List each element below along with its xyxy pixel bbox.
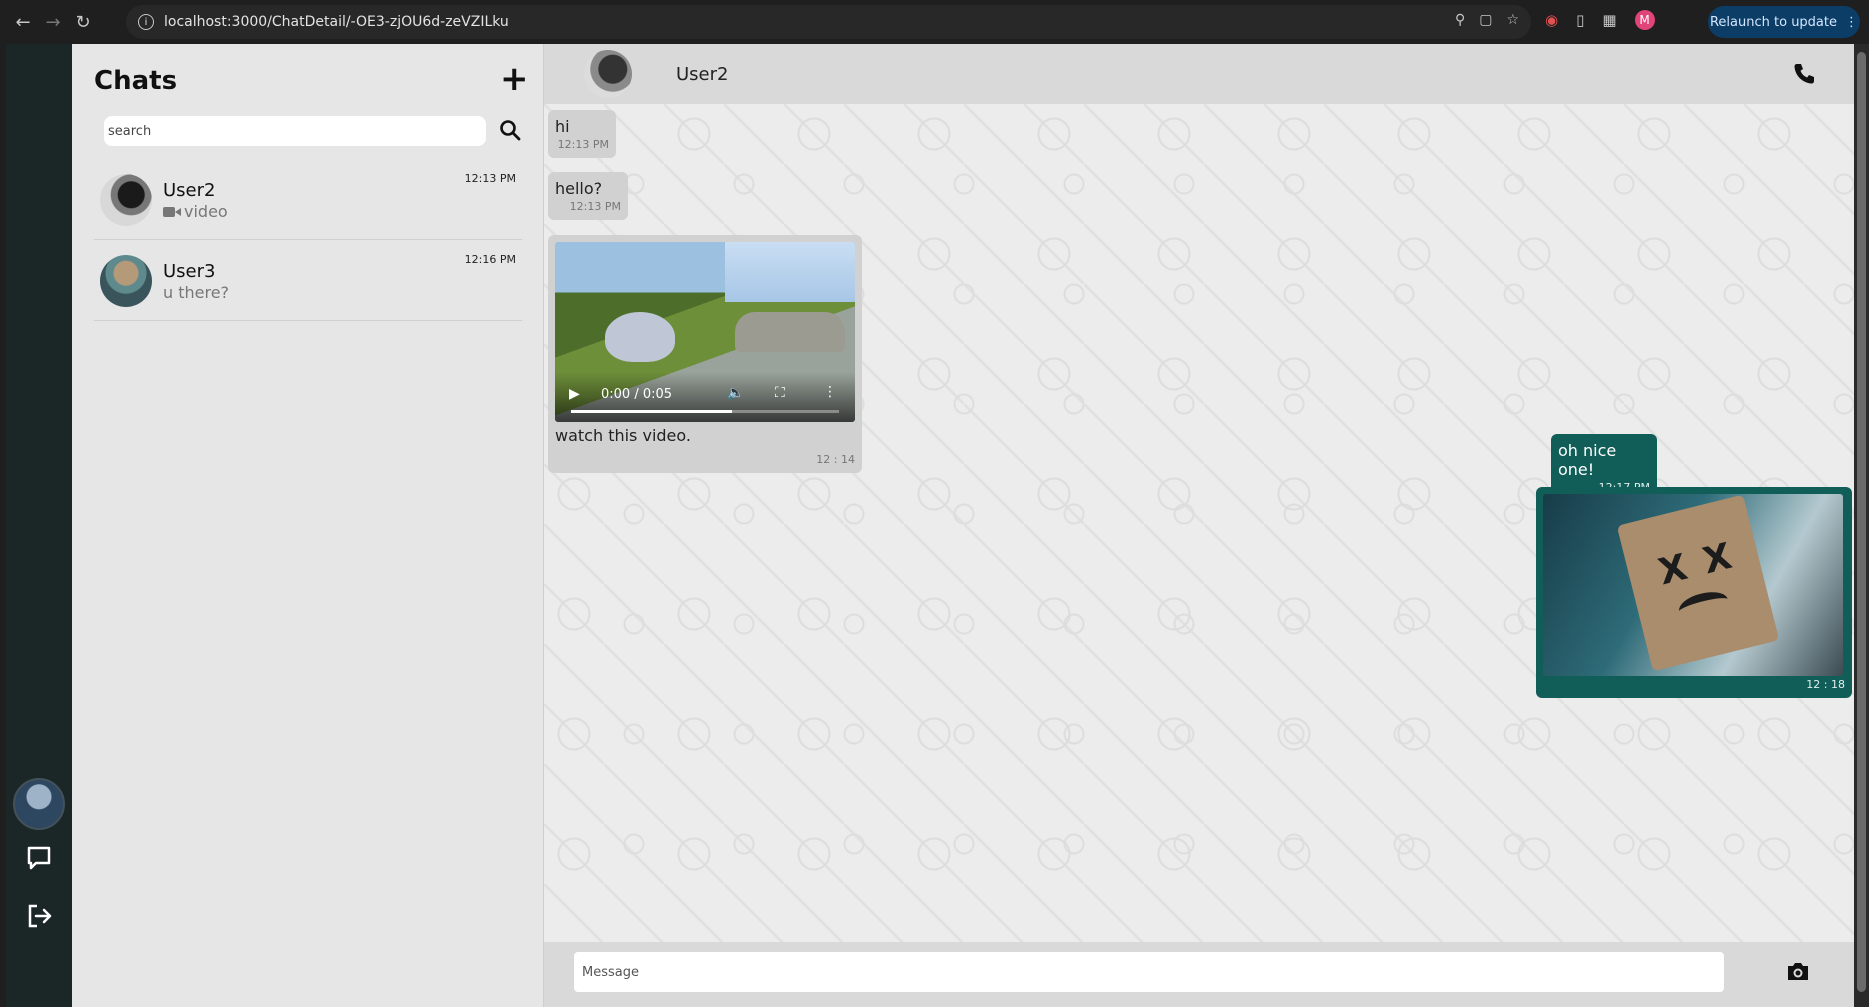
chat-list-item-user2[interactable]: User2 video 12:13 PM [94, 160, 522, 240]
message-input[interactable] [574, 952, 1724, 992]
video-player[interactable]: ▶ 0:00 / 0:05 🔈 ⛶ ⋮ [555, 242, 855, 422]
more-options-icon[interactable]: ⋮ [823, 384, 837, 400]
url-text: localhost:3000/ChatDetail/-OE3-zjOU6d-ze… [164, 14, 509, 30]
message-bubble-incoming-video: ▶ 0:00 / 0:05 🔈 ⛶ ⋮ watch this video. 12… [548, 235, 862, 473]
conversation-pane: User2 hi 12:13 PM hello? 12:13 PM ▶ 0:00… [544, 44, 1854, 1007]
message-text: hello? [555, 179, 603, 198]
sidebar-title: Chats [94, 66, 178, 96]
message-text: watch this video. [555, 426, 691, 445]
camera-icon[interactable] [1786, 960, 1810, 984]
message-time: 12:13 PM [557, 138, 609, 151]
scroll-thumb[interactable] [1857, 52, 1866, 992]
extension-c-icon[interactable]: ▯ [1576, 11, 1584, 29]
conversation-header: User2 [544, 44, 1854, 104]
reload-icon[interactable]: ↻ [66, 5, 100, 39]
message-text: oh nice one! [1558, 441, 1617, 479]
video-progress-bar[interactable] [571, 410, 839, 413]
chat-preview-text: u there? [163, 283, 230, 302]
message-bubble-outgoing-image: XX 12 : 18 [1536, 487, 1852, 698]
volume-icon[interactable]: 🔈 [727, 385, 744, 401]
chat-time: 12:16 PM [464, 253, 516, 266]
forward-icon[interactable]: → [36, 5, 70, 39]
search-icon[interactable] [498, 118, 522, 142]
chat-preview: video [163, 202, 228, 221]
chat-preview-text: video [184, 202, 228, 221]
message-time: 12:13 PM [569, 200, 621, 213]
extensions-puzzle-icon[interactable]: ▦ [1602, 11, 1616, 29]
extension-red-icon[interactable]: ◉ [1545, 11, 1558, 29]
message-time: 12 : 18 [1806, 678, 1845, 691]
video-thumbnail [605, 312, 675, 362]
kebab-menu-icon: ⋮ [1845, 14, 1858, 30]
phone-icon[interactable] [1792, 62, 1816, 86]
video-camera-icon [163, 206, 181, 217]
chat-list-sidebar: Chats + User2 video 12:13 PM User3 u the… [72, 44, 544, 1007]
relaunch-label: Relaunch to update [1709, 14, 1837, 30]
image-attachment[interactable]: XX [1543, 494, 1843, 676]
left-rail [6, 44, 72, 1007]
contact-name: User2 [676, 64, 729, 85]
chat-list-item-user3[interactable]: User3 u there? 12:16 PM [94, 241, 522, 321]
chat-bubble-icon[interactable] [23, 842, 55, 874]
plus-icon[interactable]: + [500, 62, 529, 96]
browser-toolbar: ← → ↻ i localhost:3000/ChatDetail/-OE3-z… [0, 0, 1869, 44]
search-input[interactable] [104, 116, 486, 146]
chat-preview: u there? [163, 283, 229, 302]
chat-name: User3 [163, 261, 216, 282]
message-list: hi 12:13 PM hello? 12:13 PM ▶ 0:00 / 0:0… [544, 104, 1854, 942]
app-page: Chats + User2 video 12:13 PM User3 u the… [6, 44, 1854, 1007]
play-icon[interactable]: ▶ [569, 386, 580, 402]
address-bar[interactable]: i localhost:3000/ChatDetail/-OE3-zjOU6d-… [126, 5, 1531, 39]
chat-avatar [100, 174, 152, 226]
contact-avatar[interactable] [584, 50, 632, 98]
key-icon[interactable]: ⚲ [1455, 12, 1465, 28]
video-controls: ▶ 0:00 / 0:05 🔈 ⛶ ⋮ [555, 372, 855, 422]
install-app-icon[interactable]: ▢ [1479, 12, 1492, 28]
message-text: hi [555, 117, 570, 136]
logout-icon[interactable] [23, 900, 55, 932]
message-composer [544, 942, 1854, 1007]
chat-time: 12:13 PM [464, 172, 516, 185]
video-time: 0:00 / 0:05 [601, 387, 673, 402]
page-scrollbar[interactable] [1854, 44, 1869, 1007]
chat-name: User2 [163, 180, 216, 201]
back-icon[interactable]: ← [6, 5, 40, 39]
user-avatar[interactable] [13, 778, 65, 830]
message-bubble-incoming: hello? 12:13 PM [548, 172, 628, 220]
profile-avatar[interactable]: M [1634, 10, 1655, 30]
message-time: 12 : 14 [816, 453, 855, 466]
site-info-icon[interactable]: i [138, 14, 154, 30]
chat-avatar [100, 255, 152, 307]
relaunch-button[interactable]: Relaunch to update ⋮ [1708, 6, 1860, 38]
bookmark-star-icon[interactable]: ☆ [1506, 12, 1519, 28]
message-bubble-incoming: hi 12:13 PM [548, 110, 616, 158]
fullscreen-icon[interactable]: ⛶ [775, 385, 785, 401]
